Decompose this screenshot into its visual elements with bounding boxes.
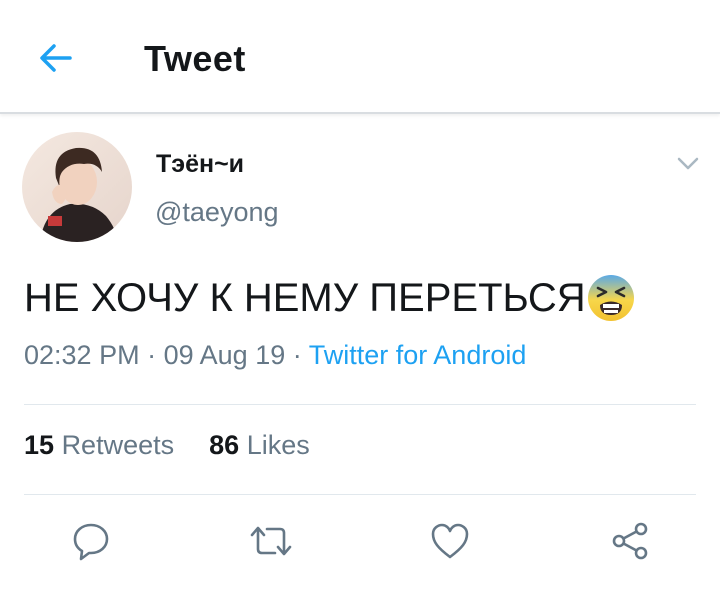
- retweets-count: 15: [24, 430, 55, 460]
- page-title: Tweet: [144, 38, 246, 79]
- like-button[interactable]: [425, 516, 475, 566]
- tweet-date: 09 Aug 19: [163, 340, 286, 370]
- heart-icon: [431, 523, 469, 559]
- retweet-button[interactable]: [246, 516, 296, 566]
- arrow-left-icon: [40, 44, 72, 72]
- tweet-text-row: НЕ ХОЧУ К НЕМУ ПЕРЕТЬСЯ: [24, 272, 636, 324]
- avatar-photo: [22, 132, 132, 242]
- meta-separator: ·: [292, 340, 302, 370]
- avatar[interactable]: [22, 132, 132, 242]
- retweets-stat[interactable]: 15 Retweets: [24, 430, 174, 460]
- tweet-time: 02:32 PM: [24, 340, 140, 370]
- tweet-source-link[interactable]: Twitter for Android: [309, 340, 527, 370]
- retweets-label: Retweets: [61, 430, 175, 460]
- divider: [24, 404, 696, 405]
- display-name[interactable]: Тэён~и: [156, 150, 244, 179]
- tweet-menu-button[interactable]: [676, 152, 700, 174]
- likes-stat[interactable]: 86 Likes: [209, 430, 310, 460]
- back-button[interactable]: [34, 38, 76, 78]
- chevron-down-icon: [677, 157, 699, 170]
- tweet-actions: [0, 516, 720, 570]
- tweet-meta: 02:32 PM · 09 Aug 19 · Twitter for Andro…: [24, 340, 526, 371]
- app-header: Tweet: [0, 0, 720, 114]
- reply-button[interactable]: [66, 516, 116, 566]
- share-icon: [612, 522, 648, 560]
- likes-count: 86: [209, 430, 240, 460]
- share-button[interactable]: [605, 516, 655, 566]
- divider: [24, 494, 696, 495]
- reply-icon: [73, 523, 109, 561]
- user-handle[interactable]: @taeyong: [155, 197, 279, 228]
- tweet-stats: 15 Retweets 86 Likes: [24, 430, 310, 461]
- tweet-text: НЕ ХОЧУ К НЕМУ ПЕРЕТЬСЯ: [24, 276, 586, 320]
- anxious-face-emoji-icon: [586, 273, 636, 323]
- meta-separator: ·: [147, 340, 157, 370]
- retweet-icon: [250, 526, 292, 556]
- likes-label: Likes: [246, 430, 310, 460]
